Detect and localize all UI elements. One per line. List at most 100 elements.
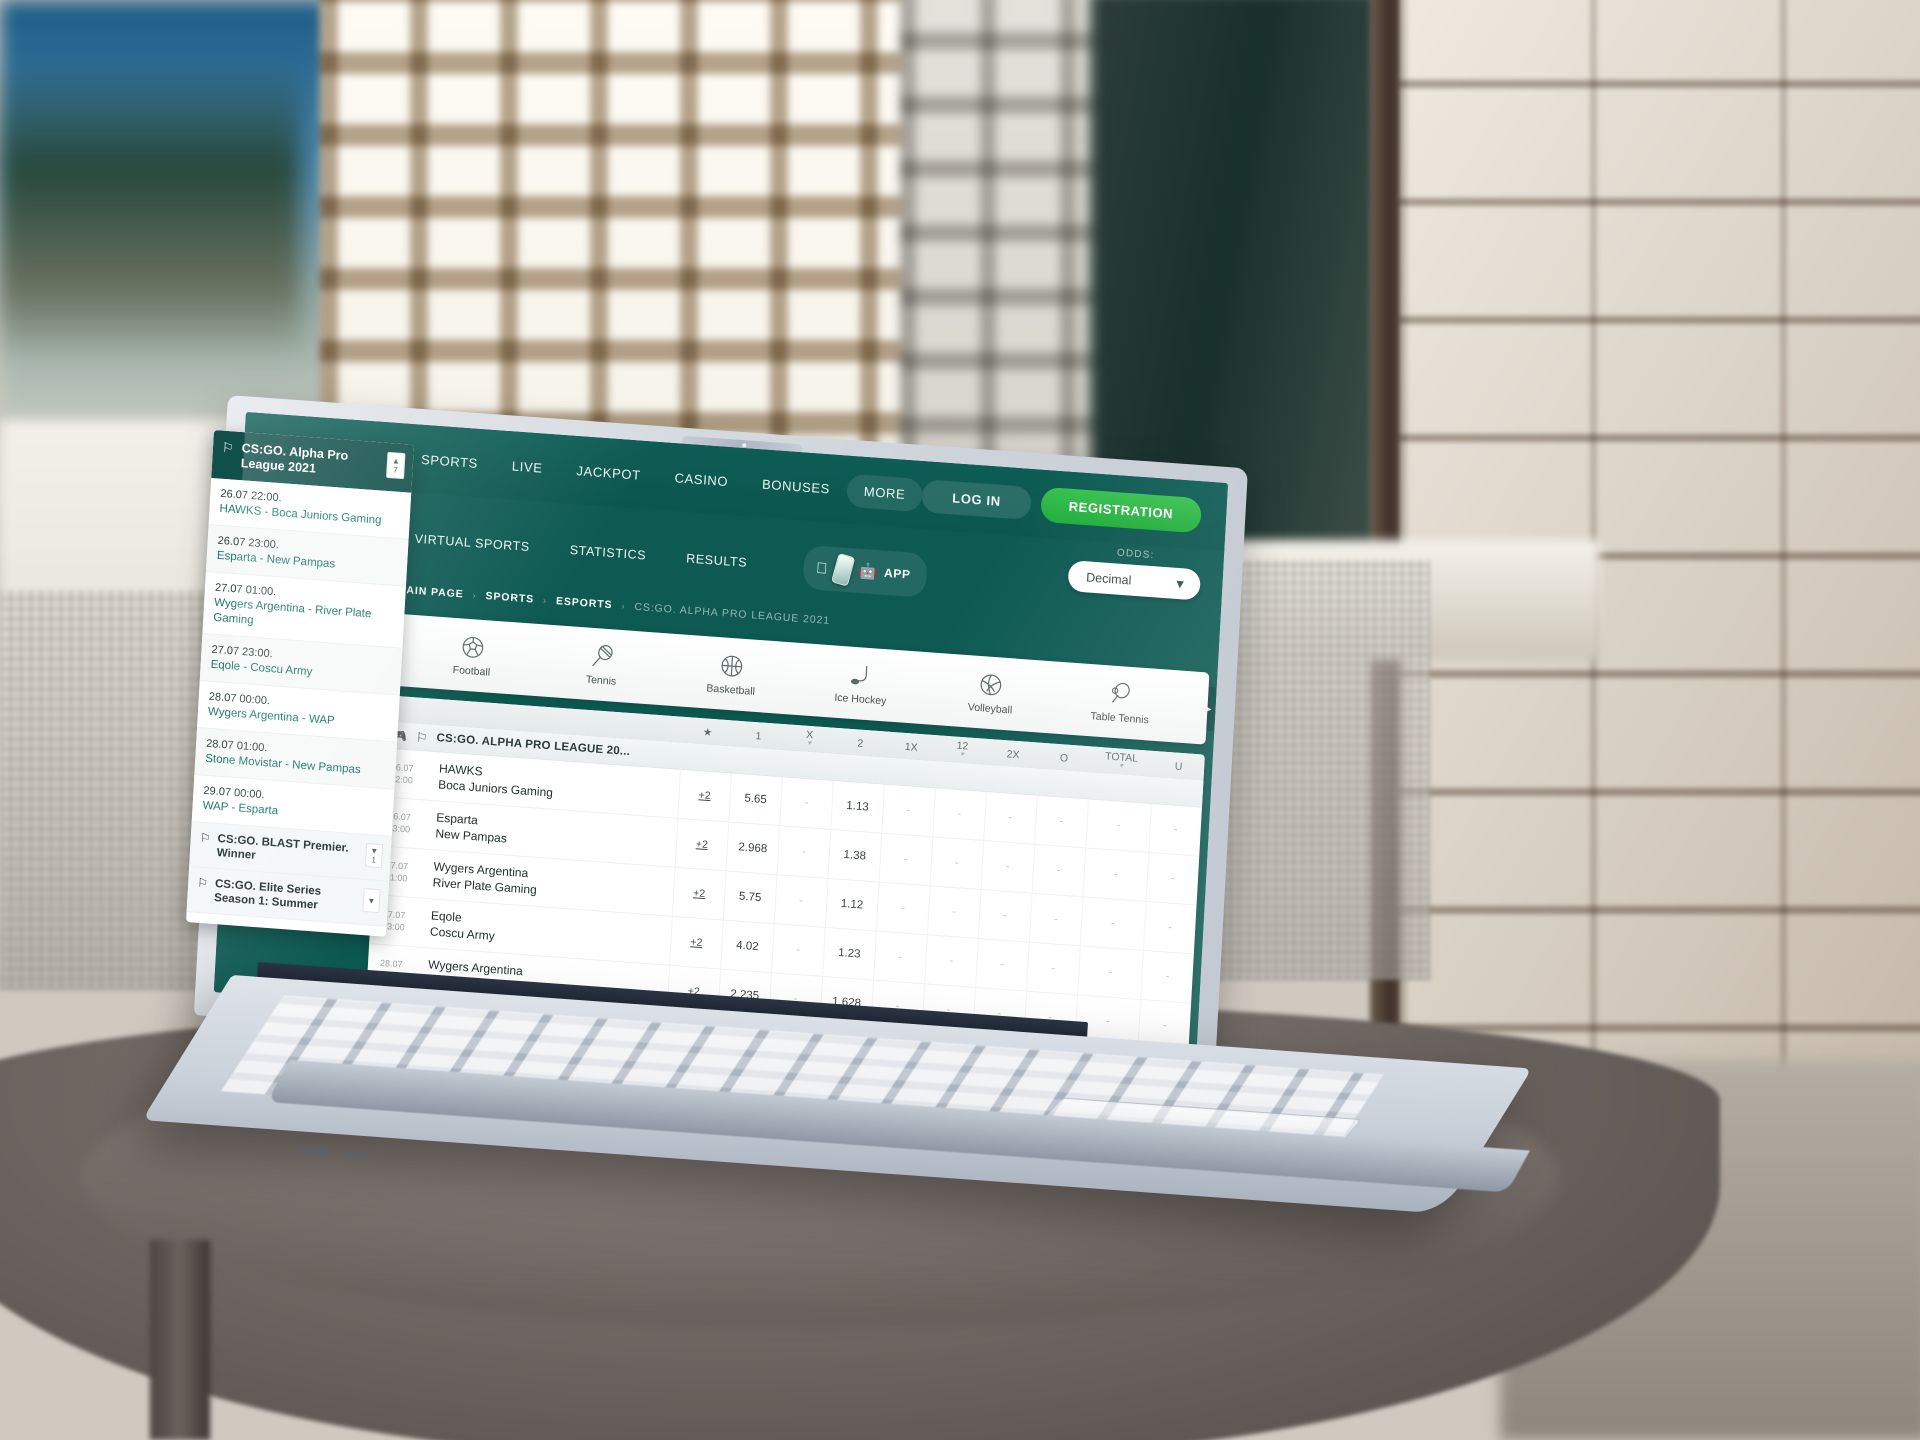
odd-2[interactable]: 1.23 (821, 927, 876, 980)
odd-2[interactable]: 1.38 (827, 829, 882, 882)
counter-strike-icon: ⚐ (196, 875, 209, 891)
markets-count[interactable]: +2 (671, 867, 726, 920)
odd-1x[interactable]: - (878, 833, 933, 886)
sport-tab-label: Ice Hockey (834, 691, 887, 707)
nav-item-virtual-sports[interactable]: VIRTUAL SPORTS (397, 521, 548, 564)
odd-total[interactable]: - (1079, 897, 1146, 950)
odd-x[interactable]: - (771, 924, 825, 976)
odd-1[interactable]: 4.02 (720, 920, 774, 973)
odd-2[interactable]: 1.13 (830, 780, 884, 833)
sport-tab-volleyball[interactable]: Volleyball (944, 668, 1038, 718)
column-header-favorite[interactable]: ★ (682, 725, 734, 746)
column-header-1x[interactable]: 1X (885, 740, 937, 761)
sport-tab-football[interactable]: Football (425, 630, 519, 680)
odd-total[interactable]: - (1082, 848, 1149, 901)
chevron-down-icon: ▾ (1119, 762, 1124, 770)
odd-total[interactable]: - (1076, 946, 1143, 999)
odd-12[interactable]: - (923, 935, 978, 987)
breadcrumb-separator-icon: › (542, 595, 548, 606)
nav-item-live[interactable]: LIVE (494, 448, 560, 486)
odd-under[interactable]: - (1142, 901, 1197, 954)
sidebar-group-toggle[interactable]: ▼ 1 (364, 842, 384, 869)
nav-item-results[interactable]: RESULTS (668, 541, 765, 580)
column-header-under[interactable]: U (1153, 759, 1205, 780)
nav-item-bonuses[interactable]: BONUSES (744, 466, 848, 506)
odd-x[interactable]: - (779, 777, 833, 829)
sport-tab-basketball[interactable]: Basketball (684, 649, 778, 699)
sidebar-group-toggle[interactable]: ▼ (362, 887, 381, 914)
odd-1[interactable]: 5.75 (722, 871, 777, 924)
nav-item-statistics[interactable]: STATISTICS (552, 533, 664, 573)
breadcrumb-sports[interactable]: SPORTS (485, 590, 534, 606)
odd-over[interactable]: - (1033, 795, 1088, 848)
odd-x[interactable]: - (776, 826, 831, 878)
breadcrumb-current: CS:GO. ALPHA PRO LEAGUE 2021 (634, 600, 831, 628)
column-header-2[interactable]: 2 (834, 736, 886, 757)
nav-item-sports[interactable]: SPORTS (403, 442, 496, 482)
odds-format-selector: ODDS: Decimal ▼ (1067, 544, 1202, 601)
app-label: APP (872, 564, 911, 582)
counter-strike-icon: ⚐ (415, 729, 428, 745)
sport-tab-label: Table Tennis (1090, 709, 1150, 726)
breadcrumb-main-page[interactable]: MAIN PAGE (396, 584, 463, 601)
markets-count[interactable]: +2 (669, 916, 723, 969)
sport-tab-label: Tennis (585, 673, 617, 688)
breadcrumb-esports[interactable]: ESPORTS (556, 595, 613, 611)
nav-item-jackpot[interactable]: JACKPOT (559, 453, 659, 493)
table-tennis-icon (1111, 682, 1130, 703)
odd-total[interactable]: - (1084, 799, 1152, 852)
odd-x[interactable]: - (773, 875, 828, 927)
odd-2[interactable]: 1.12 (824, 878, 879, 931)
sport-tab-tennis[interactable]: Tennis (555, 640, 649, 690)
markets-count[interactable]: +2 (677, 769, 731, 822)
sidebar-collapse-toggle[interactable]: ▲ 7 (386, 451, 406, 480)
sport-tab-label: Football (452, 663, 491, 679)
nav-item-more[interactable]: MORE (845, 473, 924, 513)
volleyball-icon (981, 674, 1002, 695)
column-header-x[interactable]: X ▾ (783, 727, 835, 753)
odd-2x[interactable]: - (977, 889, 1032, 942)
login-button[interactable]: LOG IN (921, 479, 1032, 521)
odd-12[interactable]: - (929, 837, 983, 889)
odd-1[interactable]: 2.968 (725, 822, 780, 875)
sidebar-event-count: 7 (392, 465, 398, 475)
nav-item-casino[interactable]: CASINO (657, 460, 746, 499)
odd-1x[interactable]: - (881, 784, 935, 837)
usb-port-secondary (344, 1151, 368, 1160)
odd-1x[interactable]: - (872, 931, 927, 984)
column-header-over[interactable]: O (1038, 751, 1090, 772)
sport-tab-table-tennis[interactable]: Table Tennis (1073, 677, 1167, 727)
phone-icon (830, 552, 856, 587)
markets-count[interactable]: +2 (674, 818, 729, 871)
odd-over[interactable]: - (1025, 942, 1080, 995)
column-header-2x[interactable]: 2X (987, 747, 1039, 768)
sport-tab-ice-hockey[interactable]: Ice Hockey (814, 659, 908, 709)
app-download-button[interactable]:  🤖 APP (802, 544, 928, 598)
chevron-down-icon: ▾ (960, 750, 964, 759)
sport-tab-label: Volleyball (967, 700, 1013, 717)
odd-1x[interactable]: - (875, 882, 930, 935)
breadcrumb-separator-icon: › (472, 590, 477, 601)
odd-2x[interactable]: - (983, 791, 1037, 844)
odd-over[interactable]: - (1028, 893, 1083, 946)
odd-under[interactable]: - (1145, 852, 1200, 905)
odd-2x[interactable]: - (974, 938, 1029, 991)
column-header-12[interactable]: 12 ▾ (936, 738, 988, 764)
odd-12[interactable]: - (926, 886, 981, 938)
odd-1[interactable]: 5.65 (728, 773, 782, 826)
odds-value: Decimal (1085, 569, 1132, 588)
odd-over[interactable]: - (1031, 844, 1085, 897)
odd-12[interactable]: - (932, 788, 986, 840)
sidebar-group-count: 1 (371, 855, 377, 865)
basketball-icon (721, 655, 743, 676)
counter-strike-icon: ⚐ (199, 830, 211, 846)
event-teams: Eqole Coscu Army (430, 908, 496, 943)
odd-2x[interactable]: - (980, 840, 1034, 893)
event-teams: Wygers Argentina River Plate Gaming (432, 859, 538, 897)
column-header-total[interactable]: TOTAL ▾ (1089, 749, 1154, 776)
column-header-1[interactable]: 1 (732, 728, 784, 749)
android-icon: 🤖 (846, 561, 878, 580)
odd-under[interactable]: - (1148, 803, 1202, 856)
odd-under[interactable]: - (1140, 950, 1194, 1003)
sidebar-group-title: CS:GO. Elite Series Season 1: Summer (213, 877, 322, 912)
